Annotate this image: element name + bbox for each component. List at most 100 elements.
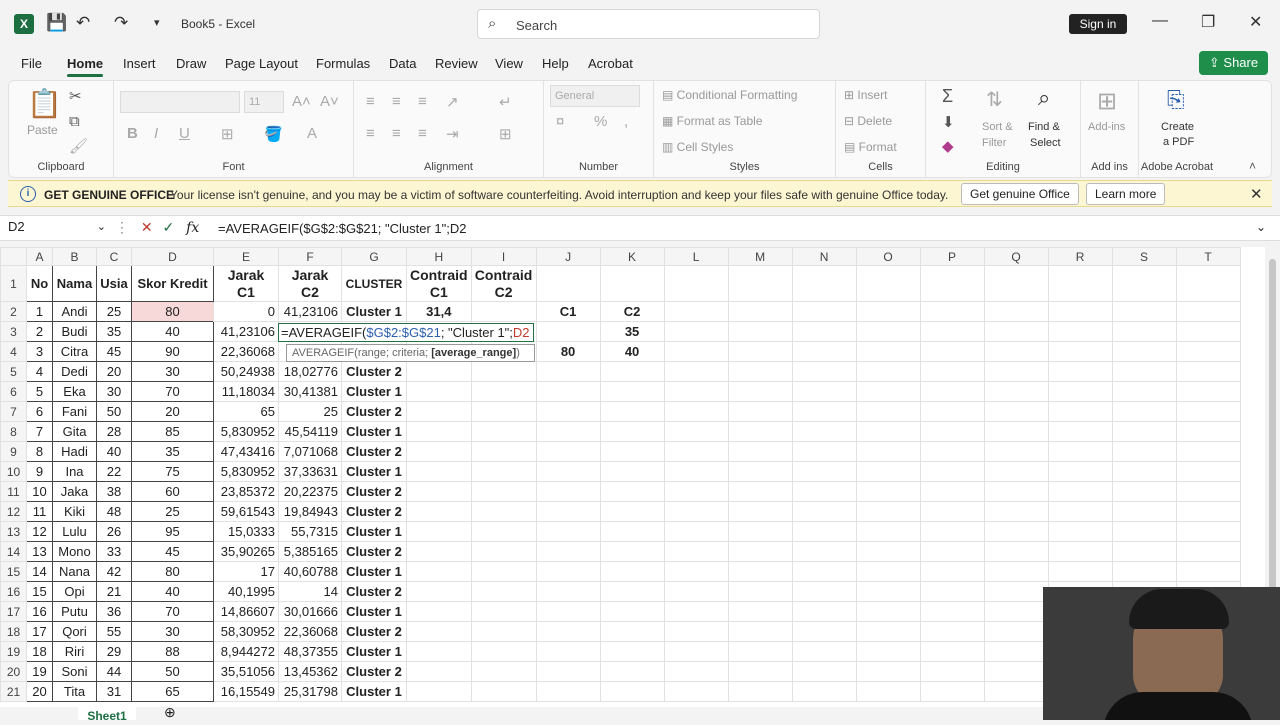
cell[interactable]	[406, 441, 472, 462]
cell[interactable]	[983, 661, 1049, 682]
collapse-ribbon-icon[interactable]: ˄	[1249, 159, 1256, 173]
cell-usia[interactable]: 30	[96, 381, 132, 402]
cell-usia[interactable]: 21	[96, 581, 132, 602]
cell-jarak-c1[interactable]: 65	[213, 401, 279, 422]
cell-usia[interactable]: 33	[96, 541, 132, 562]
borders-icon[interactable]: ⊞	[221, 125, 234, 143]
scroll-thumb[interactable]	[1269, 259, 1276, 589]
row-header[interactable]: 7	[0, 401, 27, 422]
underline-icon[interactable]: U	[179, 125, 190, 142]
currency-icon[interactable]: ¤	[556, 113, 564, 130]
cell-cluster[interactable]: Cluster 1	[341, 561, 407, 582]
cell[interactable]	[1175, 401, 1241, 422]
cell[interactable]	[983, 301, 1049, 322]
cell[interactable]	[791, 681, 857, 702]
cell-jarak-c2[interactable]: 20,22375	[278, 481, 342, 502]
cell[interactable]	[470, 641, 537, 662]
sort-filter-icon[interactable]: ⇅	[986, 87, 1003, 112]
cell[interactable]	[535, 401, 601, 422]
cell[interactable]	[855, 301, 921, 322]
cell[interactable]	[983, 441, 1049, 462]
tab-help[interactable]: Help	[542, 56, 569, 71]
cell[interactable]	[599, 601, 665, 622]
cell-jarak-c1[interactable]: 41,23106	[213, 321, 279, 342]
cell[interactable]	[599, 561, 665, 582]
cell-no[interactable]: 19	[26, 661, 53, 682]
cell[interactable]	[470, 401, 537, 422]
cell-nama[interactable]: Opi	[52, 581, 97, 602]
cell-skor-kredit[interactable]: 88	[131, 641, 214, 662]
cell-cluster[interactable]: Cluster 1	[341, 641, 407, 662]
addins-button[interactable]: Add-ins	[1088, 121, 1125, 133]
cell[interactable]	[535, 681, 601, 702]
cell[interactable]	[406, 641, 472, 662]
cell[interactable]	[855, 321, 921, 342]
cell[interactable]	[919, 481, 985, 502]
cell[interactable]	[470, 501, 537, 522]
cell[interactable]	[470, 461, 537, 482]
row-header[interactable]: 13	[0, 521, 27, 542]
cell-jarak-c2[interactable]: 13,45362	[278, 661, 342, 682]
cell[interactable]	[919, 681, 985, 702]
find-label[interactable]: Find &	[1028, 121, 1060, 133]
cell[interactable]	[791, 301, 857, 322]
cell[interactable]	[1047, 561, 1113, 582]
cell[interactable]	[727, 361, 793, 382]
cell-nama[interactable]: Ina	[52, 461, 97, 482]
cell[interactable]	[983, 361, 1049, 382]
cell-jarak-c2[interactable]: 48,37355	[278, 641, 342, 662]
cell[interactable]	[983, 641, 1049, 662]
cell-usia[interactable]: 29	[96, 641, 132, 662]
cell[interactable]	[663, 641, 729, 662]
get-genuine-office-button[interactable]: Get genuine Office	[961, 183, 1079, 205]
cell-no[interactable]: 12	[26, 521, 53, 542]
cell-skor-kredit[interactable]: 70	[131, 381, 214, 402]
cell[interactable]	[919, 561, 985, 582]
cell[interactable]	[663, 461, 729, 482]
cell-usia[interactable]: 48	[96, 501, 132, 522]
clear-icon[interactable]: ◆	[942, 137, 954, 155]
cell-nama[interactable]: Qori	[52, 621, 97, 642]
cell-no[interactable]: 1	[26, 301, 53, 322]
cell-k4[interactable]: 40	[599, 341, 665, 362]
cell[interactable]	[983, 481, 1049, 502]
fill-icon[interactable]: ⬇	[942, 113, 955, 131]
indent-icon[interactable]: ⇥	[446, 125, 459, 143]
cell-usia[interactable]: 44	[96, 661, 132, 682]
cell[interactable]	[727, 681, 793, 702]
cell[interactable]	[1047, 361, 1113, 382]
cell[interactable]	[727, 601, 793, 622]
cell[interactable]	[727, 661, 793, 682]
cell-no[interactable]: 10	[26, 481, 53, 502]
cell-jarak-c1[interactable]: 5,830952	[213, 461, 279, 482]
cell-jarak-c1[interactable]: 14,86607	[213, 601, 279, 622]
cell[interactable]	[1047, 301, 1113, 322]
cell-cluster[interactable]: Cluster 2	[341, 441, 407, 462]
cell[interactable]	[1111, 421, 1177, 442]
cell-no[interactable]: 18	[26, 641, 53, 662]
cell-jarak-c1[interactable]: 8,944272	[213, 641, 279, 662]
cell-jarak-c1[interactable]: 50,24938	[213, 361, 279, 382]
cell[interactable]	[1111, 381, 1177, 402]
copy-icon[interactable]: ⧉	[69, 113, 80, 130]
row-header[interactable]: 14	[0, 541, 27, 562]
cell[interactable]	[535, 541, 601, 562]
cell[interactable]	[1175, 321, 1241, 342]
cell-nama[interactable]: Hadi	[52, 441, 97, 462]
cell[interactable]	[791, 421, 857, 442]
cell-usia[interactable]: 42	[96, 561, 132, 582]
cell-jarak-c2[interactable]: 19,84943	[278, 501, 342, 522]
cell-skor-kredit[interactable]: 60	[131, 481, 214, 502]
cell[interactable]	[663, 501, 729, 522]
cell[interactable]	[1175, 361, 1241, 382]
cell-skor-kredit[interactable]: 40	[131, 581, 214, 602]
cell[interactable]	[1175, 265, 1241, 302]
cell-usia[interactable]: 31	[96, 681, 132, 702]
cell-skor-kredit[interactable]: 40	[131, 321, 214, 342]
cell-no[interactable]: 2	[26, 321, 53, 342]
cell[interactable]	[599, 621, 665, 642]
column-header[interactable]: T	[1175, 247, 1241, 266]
cell-skor-kredit[interactable]: 65	[131, 681, 214, 702]
cell[interactable]	[599, 461, 665, 482]
cell-no[interactable]: 20	[26, 681, 53, 702]
